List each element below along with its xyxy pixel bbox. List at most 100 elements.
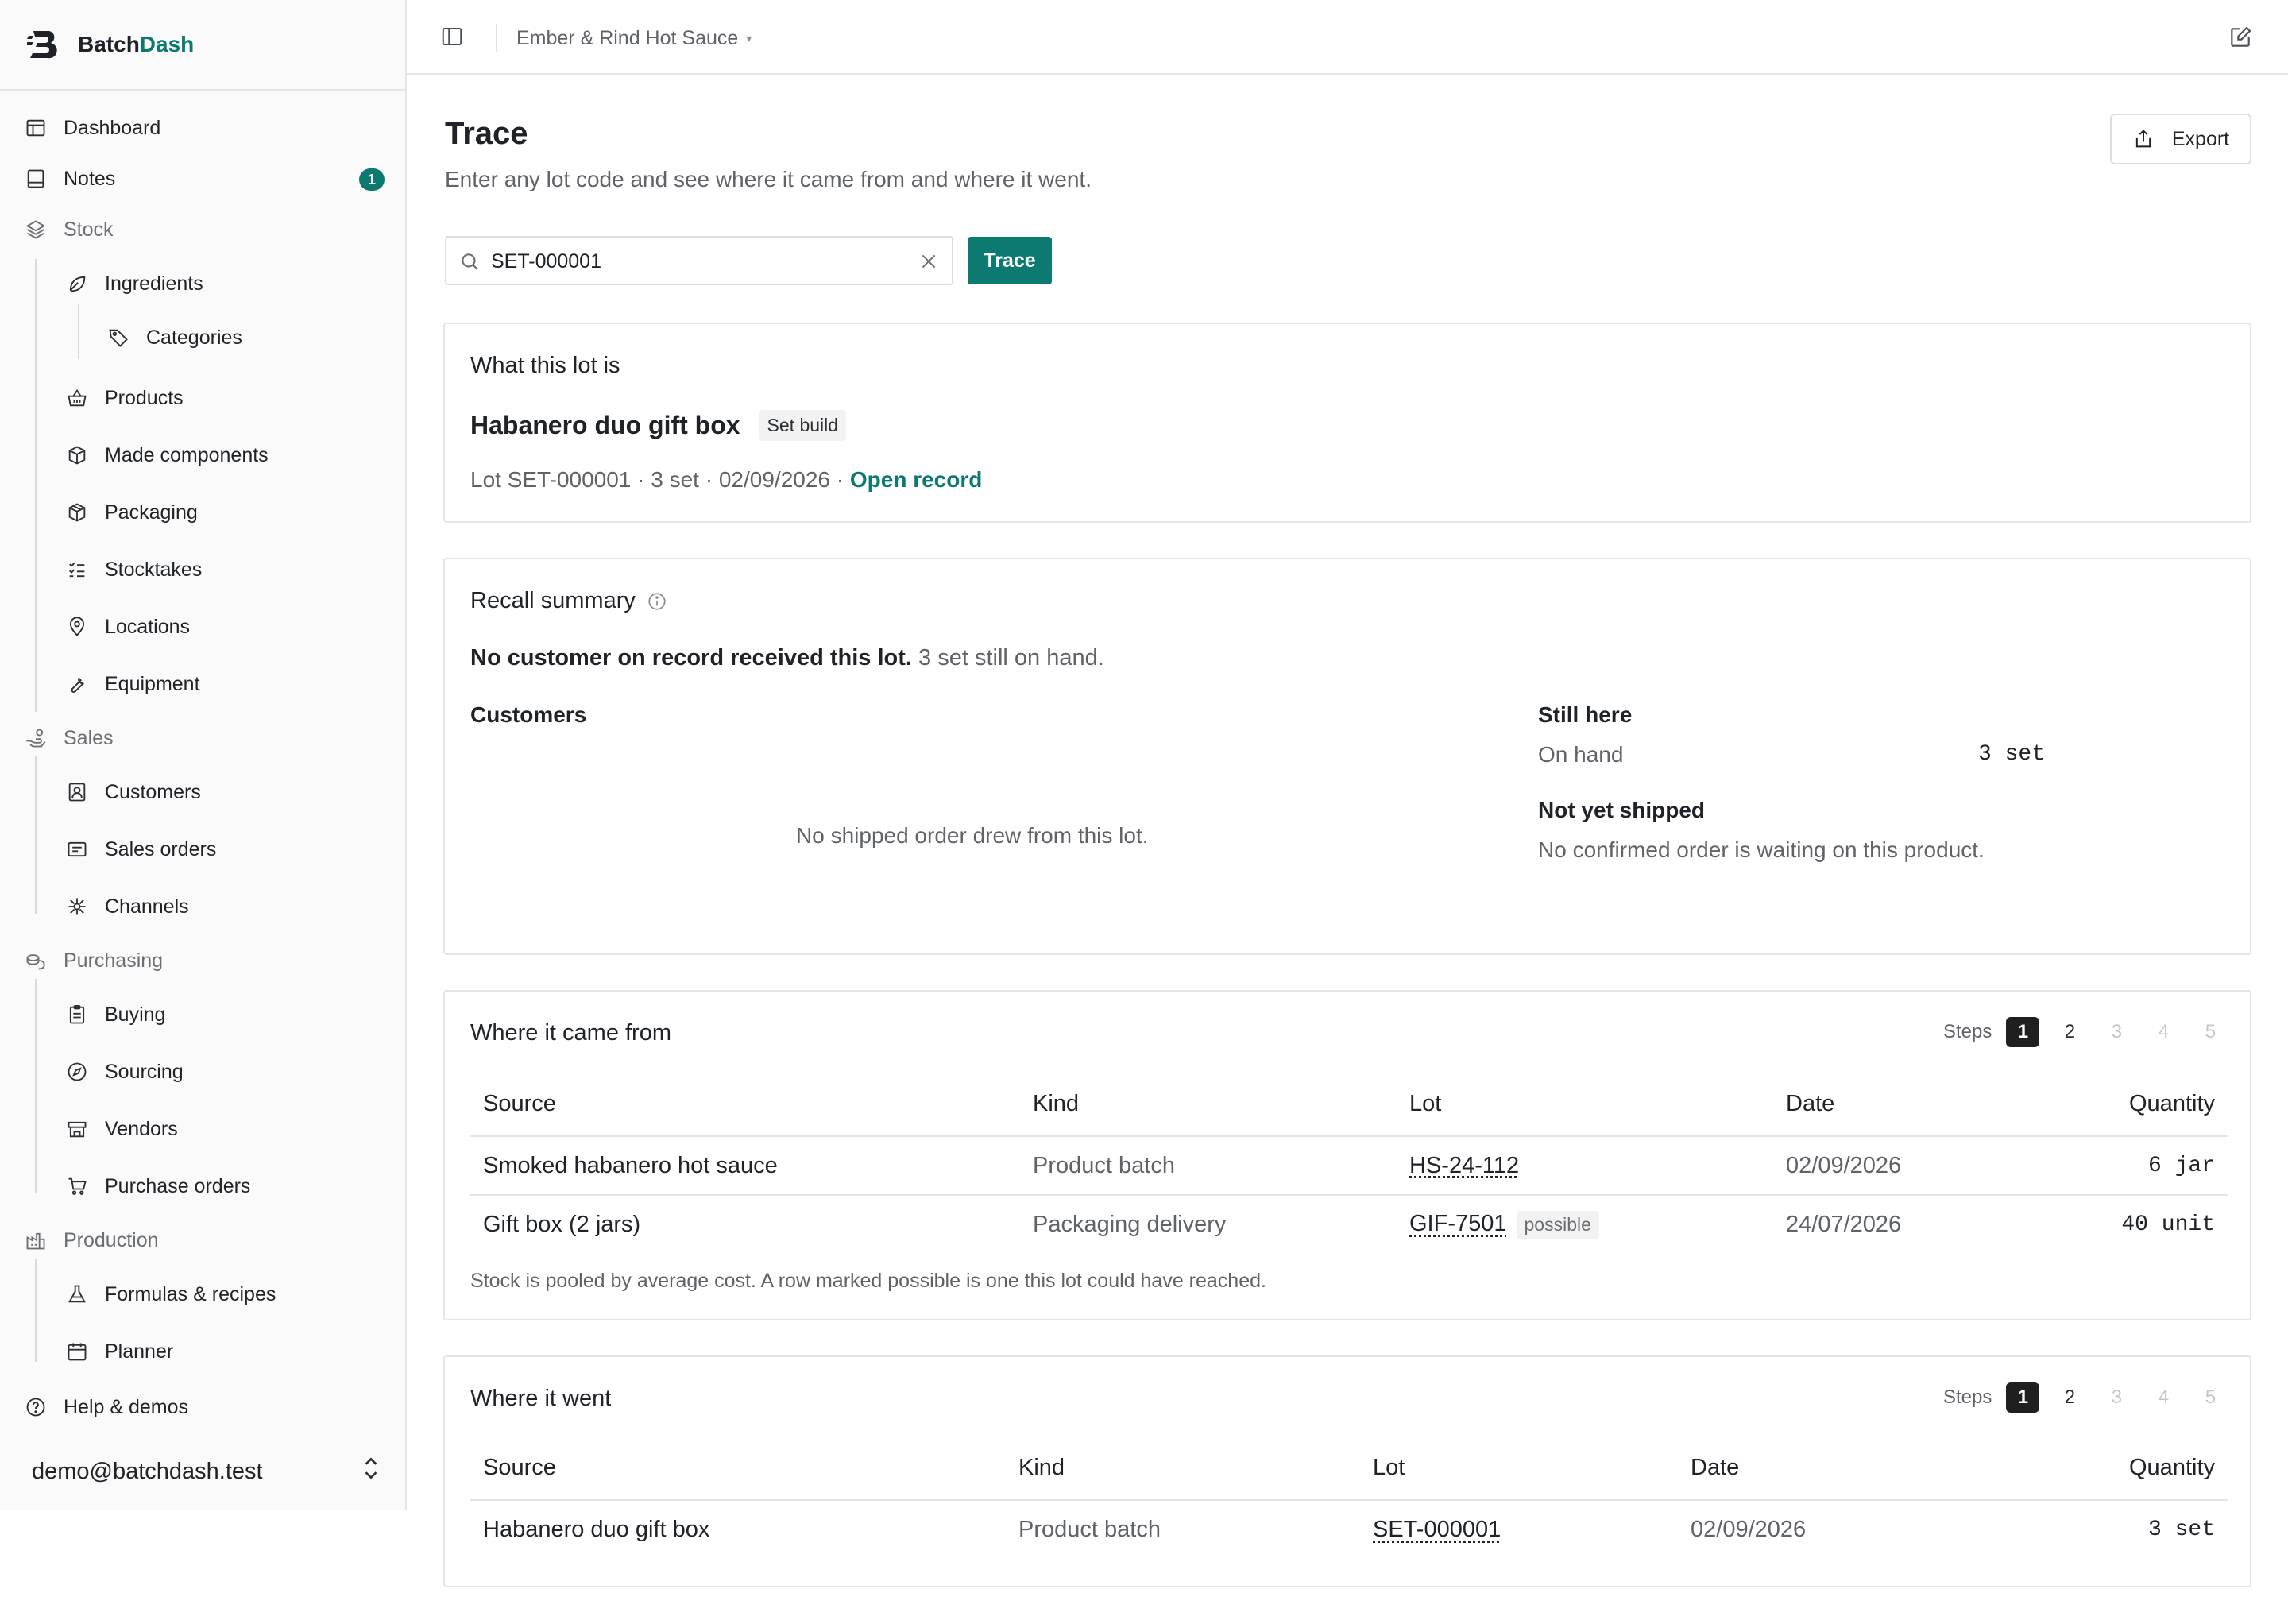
- sidebar-item-ingredients[interactable]: Ingredients: [65, 265, 385, 303]
- sidebar-item-dashboard[interactable]: Dashboard: [24, 109, 385, 147]
- column-header[interactable]: Source: [470, 1436, 1006, 1501]
- user-menu[interactable]: demo@batchdash.test: [32, 1452, 381, 1491]
- clipboard-icon: [65, 1003, 89, 1027]
- lot-link[interactable]: HS-24-112: [1409, 1153, 1519, 1178]
- date-cell: 24/07/2026: [1786, 1212, 1902, 1237]
- column-header[interactable]: Date: [1773, 1073, 2069, 1137]
- sidebar-item-locations[interactable]: Locations: [65, 608, 385, 646]
- sidebar-item-vendors[interactable]: Vendors: [65, 1110, 385, 1148]
- not-shipped-heading: Not yet shipped: [1538, 798, 1706, 822]
- lot-heading: Habanero duo gift box Set build: [470, 410, 847, 441]
- lot-code-input[interactable]: [491, 244, 904, 279]
- step-button[interactable]: 1: [2006, 1017, 2040, 1047]
- trace-button[interactable]: Trace: [968, 237, 1052, 284]
- leaf-icon: [65, 272, 89, 296]
- possible-badge: possible: [1516, 1211, 1599, 1239]
- step-button[interactable]: 2: [2053, 1382, 2086, 1413]
- customers-empty-state: No shipped order drew from this lot.: [796, 823, 1149, 848]
- step-button[interactable]: 3: [2100, 1017, 2133, 1047]
- sidebar-item-stocktakes[interactable]: Stocktakes: [65, 551, 385, 589]
- divider: [496, 24, 497, 52]
- brand[interactable]: BatchDash: [27, 27, 194, 62]
- kind-cell: Product batch: [1018, 1517, 1161, 1542]
- workspace-name: Ember & Rind Hot Sauce: [516, 26, 739, 49]
- card-title: Where it came from: [470, 1020, 671, 1046]
- sidebar-item-label: Sales: [64, 726, 114, 749]
- info-icon[interactable]: [647, 591, 667, 612]
- network-icon: [65, 895, 89, 918]
- column-header[interactable]: Lot: [1360, 1436, 1678, 1501]
- column-header[interactable]: Quantity: [2069, 1073, 2228, 1137]
- table-row[interactable]: Habanero duo gift box Product batch SET-…: [470, 1500, 2228, 1559]
- workspace-switcher[interactable]: Ember & Rind Hot Sauce ▾: [516, 24, 752, 52]
- sidebar-item-sales-orders[interactable]: Sales orders: [65, 830, 385, 868]
- sidebar-item-purchase-orders[interactable]: Purchase orders: [65, 1167, 385, 1205]
- sidebar-group-stock[interactable]: Stock: [24, 211, 385, 249]
- sidebar-item-formulas-recipes[interactable]: Formulas & recipes: [65, 1275, 385, 1313]
- topbar: Ember & Rind Hot Sauce ▾: [407, 0, 2288, 75]
- sidebar-item-products[interactable]: Products: [65, 379, 385, 417]
- on-hand-value: 3 set: [1978, 742, 2046, 767]
- column-header[interactable]: Date: [1678, 1436, 1996, 1501]
- column-header[interactable]: Quantity: [1996, 1436, 2228, 1501]
- sidebar-item-notes[interactable]: Notes 1: [24, 160, 385, 198]
- sidebar-item-help-demos[interactable]: Help & demos: [24, 1388, 385, 1426]
- lot-link[interactable]: SET-000001: [1373, 1517, 1501, 1542]
- help-circle-icon: [24, 1395, 48, 1419]
- sidebar-item-equipment[interactable]: Equipment: [65, 665, 385, 703]
- sidebar-item-channels[interactable]: Channels: [65, 887, 385, 926]
- package-icon: [65, 501, 89, 524]
- sidebar-item-planner[interactable]: Planner: [65, 1332, 385, 1371]
- open-record-link[interactable]: Open record: [850, 467, 982, 492]
- recall-headline-bold: No customer on record received this lot.: [470, 645, 912, 671]
- sidebar-item-buying[interactable]: Buying: [65, 996, 385, 1034]
- tree-line: [78, 304, 79, 359]
- step-button[interactable]: 4: [2147, 1382, 2180, 1413]
- contact-icon: [65, 780, 89, 804]
- tree-line: [35, 259, 37, 712]
- notes-count-badge: 1: [359, 168, 385, 191]
- compose-icon[interactable]: [2228, 25, 2253, 50]
- sidebar-item-packaging[interactable]: Packaging: [65, 493, 385, 532]
- column-header[interactable]: Source: [470, 1073, 1020, 1137]
- table-row[interactable]: Smoked habanero hot sauce Product batch …: [470, 1136, 2228, 1196]
- sidebar-item-sourcing[interactable]: Sourcing: [65, 1053, 385, 1091]
- export-button[interactable]: Export: [2110, 114, 2251, 164]
- receipt-icon: [65, 837, 89, 861]
- not-shipped-text: No confirmed order is waiting on this pr…: [1538, 837, 1985, 862]
- divider: [0, 89, 405, 91]
- step-button[interactable]: 1: [2006, 1382, 2040, 1413]
- kind-cell: Packaging delivery: [1033, 1212, 1227, 1237]
- brand-name: BatchDash: [78, 32, 195, 56]
- clear-icon[interactable]: [918, 251, 939, 272]
- lot-link[interactable]: GIF-7501: [1409, 1211, 1507, 1236]
- column-header[interactable]: Lot: [1397, 1073, 1773, 1137]
- step-button[interactable]: 4: [2147, 1017, 2180, 1047]
- panel-toggle-icon[interactable]: [440, 25, 464, 48]
- sidebar-item-label: Equipment: [105, 672, 200, 695]
- sidebar-item-made-components[interactable]: Made components: [65, 436, 385, 474]
- came-from-table: Source Kind Lot Date Quantity Smoked hab…: [470, 1073, 2228, 1254]
- table-row[interactable]: Gift box (2 jars) Packaging delivery GIF…: [470, 1195, 2228, 1254]
- search-icon: [462, 253, 478, 270]
- sidebar-group-purchasing[interactable]: Purchasing: [24, 942, 385, 980]
- sidebar-group-production[interactable]: Production: [24, 1221, 385, 1259]
- quantity-cell: 6 jar: [2069, 1136, 2228, 1196]
- notebook-icon: [24, 167, 48, 191]
- date-cell: 02/09/2026: [1691, 1517, 1807, 1542]
- sidebar-item-categories[interactable]: Categories: [106, 319, 385, 357]
- quantity-cell: 3 set: [2147, 1518, 2215, 1542]
- step-button[interactable]: 5: [2193, 1017, 2227, 1047]
- step-button[interactable]: 3: [2100, 1382, 2133, 1413]
- sidebar-item-customers[interactable]: Customers: [65, 773, 385, 811]
- step-button[interactable]: 5: [2193, 1382, 2227, 1413]
- sidebar-group-sales[interactable]: Sales: [24, 719, 385, 757]
- export-button-label: Export: [2171, 127, 2230, 150]
- step-button[interactable]: 2: [2053, 1017, 2086, 1047]
- customers-heading: Customers: [470, 702, 587, 727]
- coins-icon: [24, 949, 48, 972]
- column-header[interactable]: Kind: [1006, 1436, 1360, 1501]
- column-header[interactable]: Kind: [1020, 1073, 1397, 1137]
- recall-headline-rest: 3 set still on hand.: [911, 645, 1104, 671]
- went-table: Source Kind Lot Date Quantity Habanero d…: [470, 1436, 2228, 1559]
